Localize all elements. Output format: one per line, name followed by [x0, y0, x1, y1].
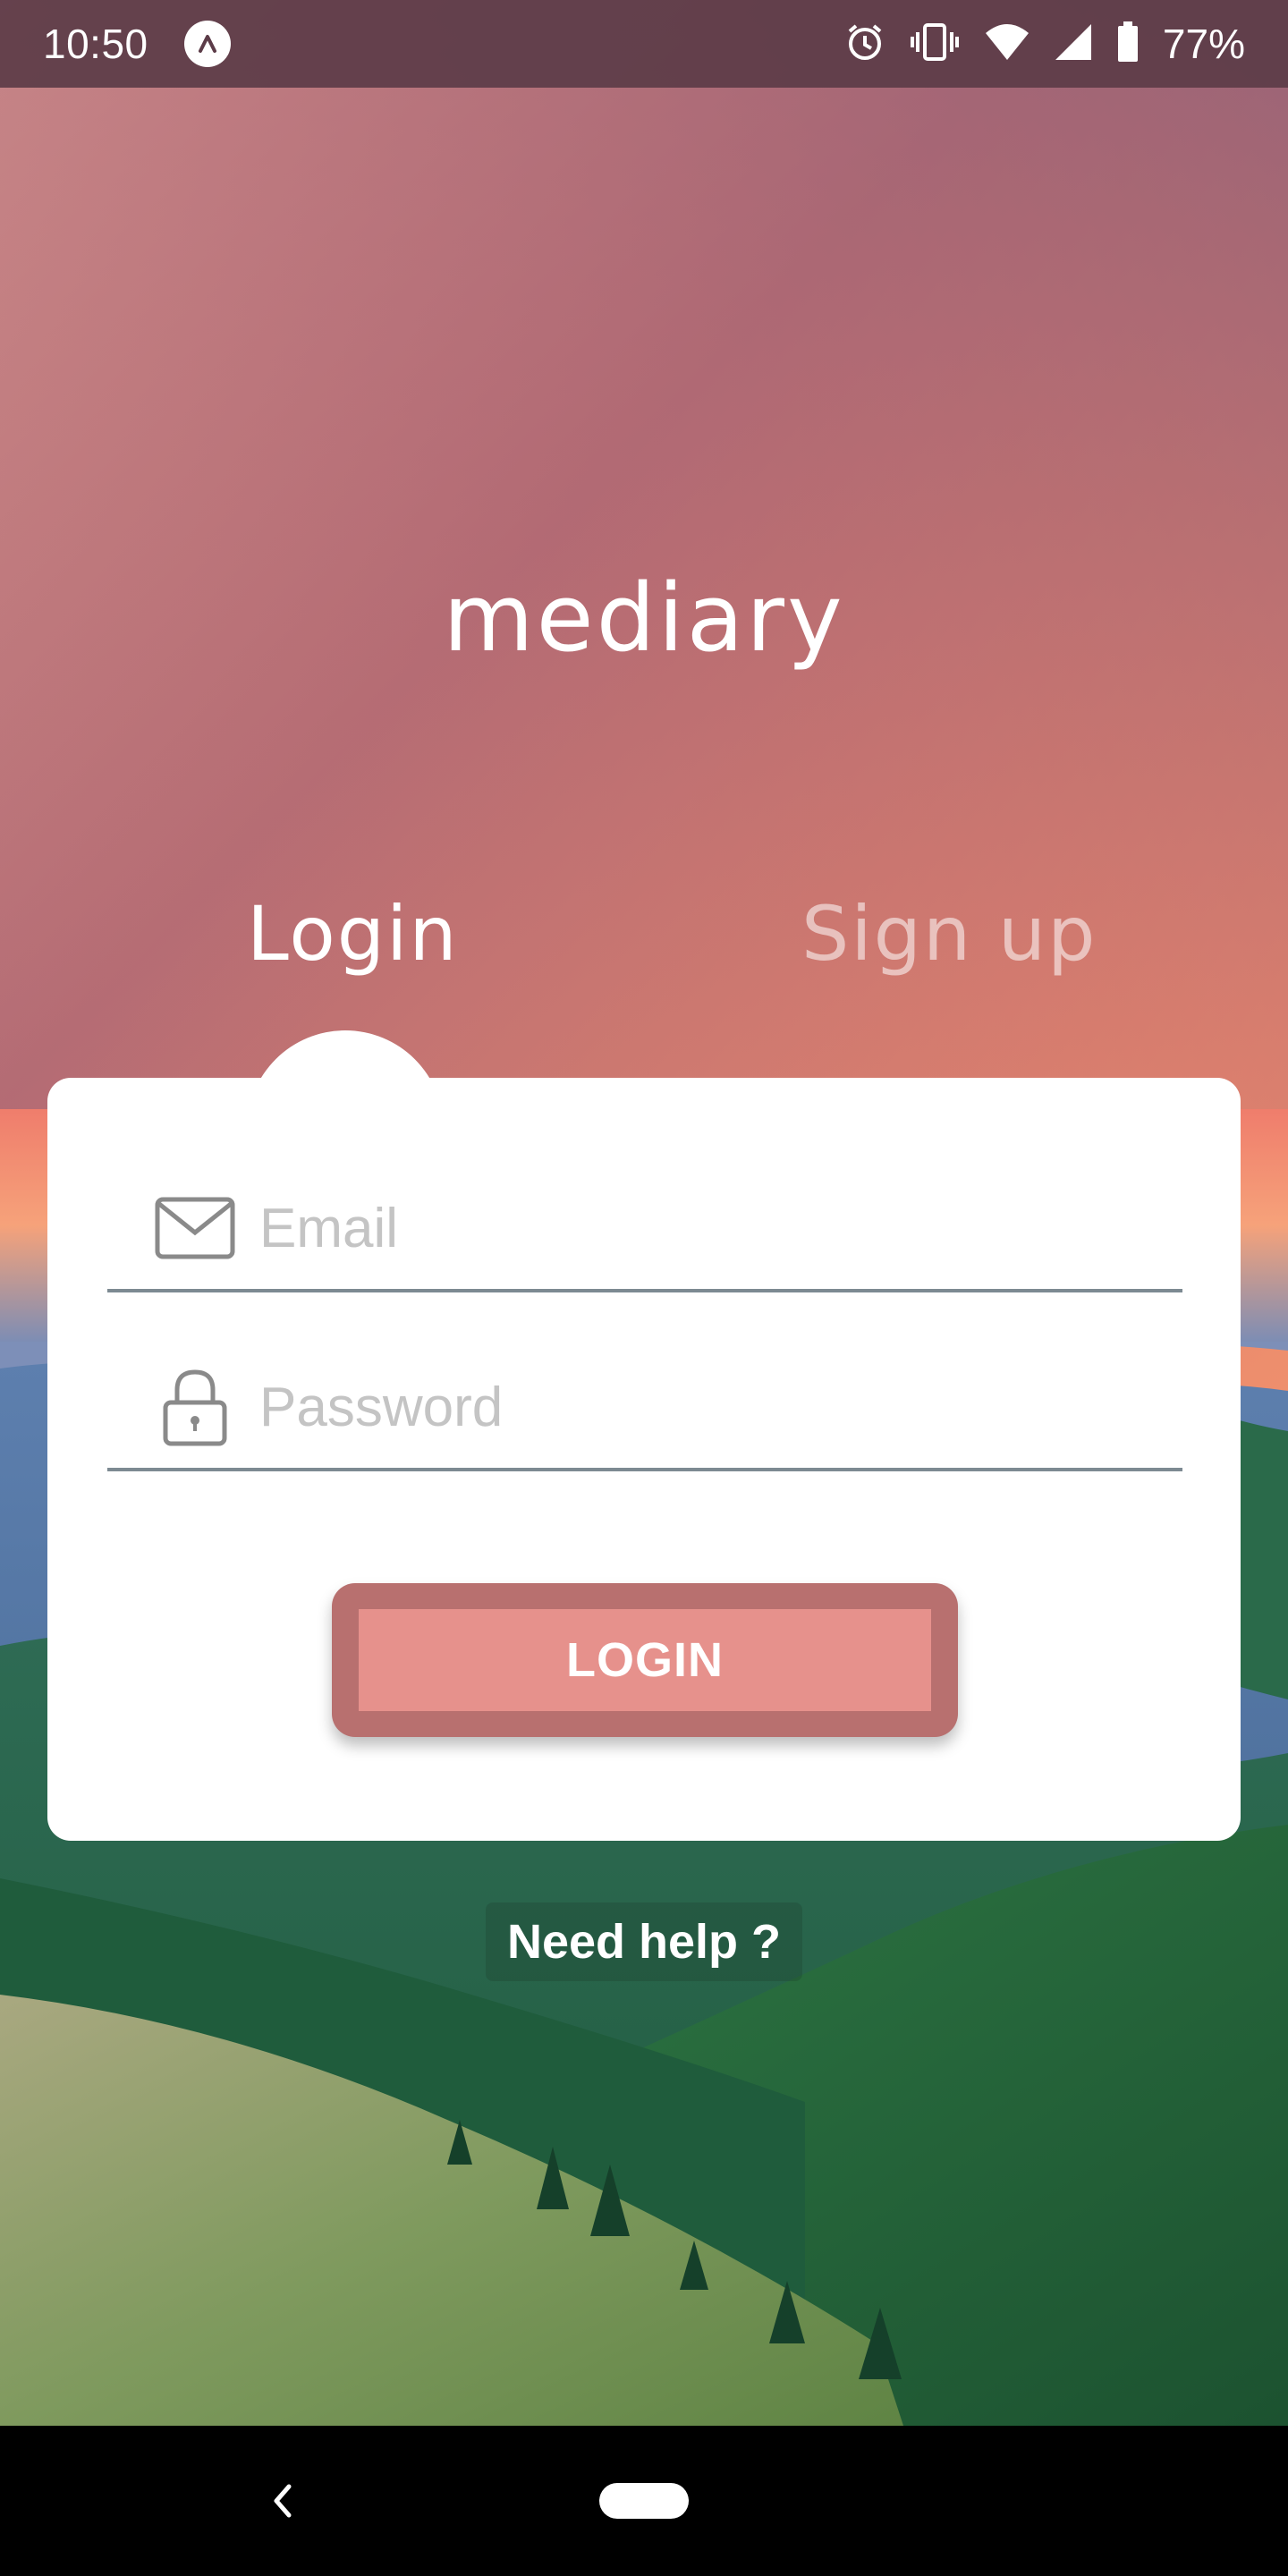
login-button[interactable]: LOGIN	[359, 1609, 931, 1711]
need-help-label[interactable]: Need help ?	[485, 1902, 803, 1981]
status-bar: 10:50 77%	[0, 0, 1288, 88]
login-card: LOGIN	[47, 1078, 1241, 1841]
status-icons: 77%	[844, 20, 1245, 68]
envelope-icon	[152, 1185, 238, 1271]
need-help-link[interactable]: Need help ?	[0, 1902, 1288, 1981]
email-field	[107, 1167, 1182, 1292]
cell-signal-icon	[1054, 22, 1093, 66]
alarm-icon	[844, 21, 886, 67]
battery-percent: 77%	[1162, 21, 1245, 67]
password-field	[107, 1346, 1182, 1471]
status-time: 10:50	[43, 21, 148, 67]
battery-icon	[1116, 21, 1140, 67]
login-button-frame[interactable]: LOGIN	[332, 1583, 958, 1737]
lock-icon	[152, 1364, 238, 1450]
tab-signup[interactable]: Sign up	[801, 890, 1097, 978]
email-input[interactable]	[259, 1196, 1118, 1260]
wifi-icon	[984, 22, 1030, 66]
tab-login[interactable]: Login	[247, 890, 459, 978]
app-notification-icon	[183, 21, 231, 67]
home-pill-button[interactable]	[599, 2483, 689, 2519]
navigation-bar	[0, 2426, 1288, 2576]
password-input[interactable]	[259, 1375, 1118, 1439]
vibrate-icon	[909, 21, 961, 67]
back-icon[interactable]	[258, 2476, 308, 2526]
app-logo: mediary	[443, 564, 845, 673]
